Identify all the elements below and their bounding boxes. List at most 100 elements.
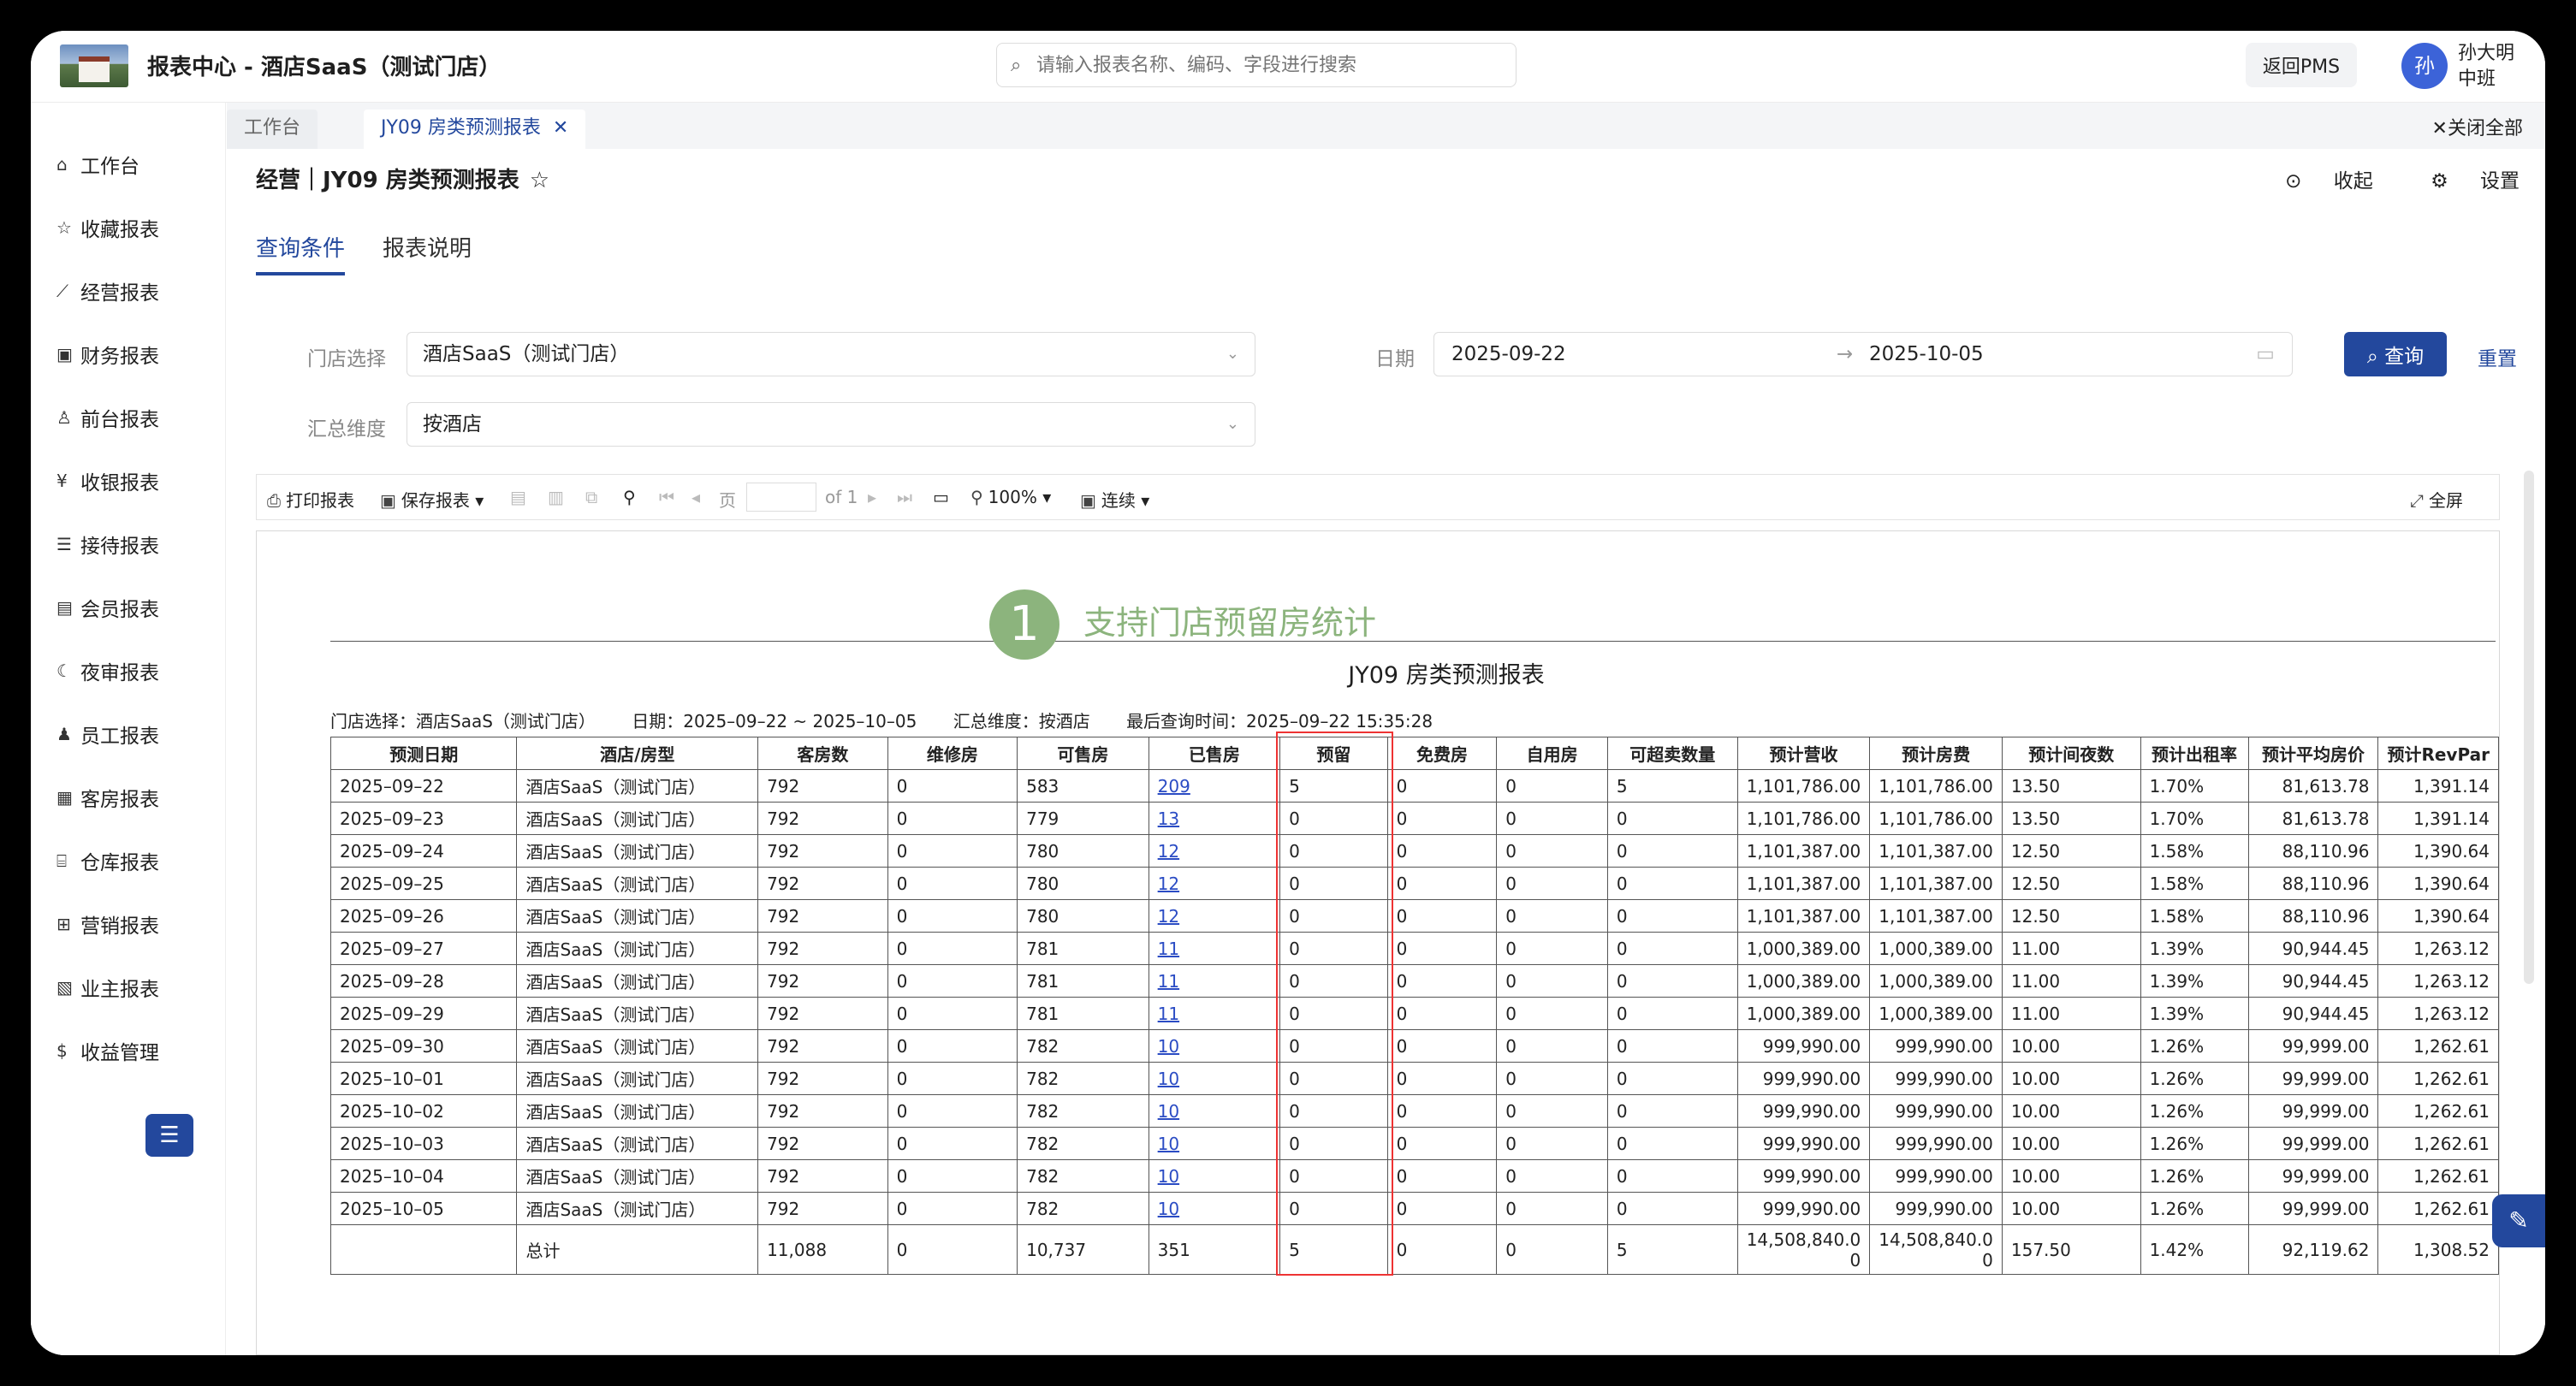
dimension-select[interactable]: 按酒店 ⌄ bbox=[407, 402, 1255, 447]
sold-rooms-link[interactable]: 11 bbox=[1158, 939, 1179, 959]
sold-rooms-link[interactable]: 12 bbox=[1158, 874, 1179, 894]
date-range-picker[interactable]: 2025-09-22 → 2025-10-05 ▭ bbox=[1433, 332, 2293, 376]
table-cell: 0 bbox=[1606, 834, 1738, 868]
table-cell: 1,101,387.00 bbox=[1736, 899, 1871, 933]
sold-rooms-link[interactable]: 12 bbox=[1158, 906, 1179, 927]
sold-rooms-link[interactable]: 10 bbox=[1158, 1036, 1179, 1057]
hotel-logo bbox=[60, 44, 128, 87]
vertical-scrollbar[interactable] bbox=[2524, 471, 2534, 984]
sold-rooms-link[interactable]: 10 bbox=[1158, 1199, 1179, 1219]
table-cell: 11 bbox=[1148, 932, 1281, 965]
feedback-button[interactable]: ✎ bbox=[2492, 1194, 2545, 1247]
annotation-text: 支持门店预留房统计 bbox=[1083, 604, 1377, 642]
user-info[interactable]: 孙大明 中班 bbox=[2458, 41, 2514, 92]
gear-icon: ⚙ bbox=[2431, 170, 2448, 192]
first-page-icon[interactable]: ⏮ bbox=[659, 487, 674, 507]
sidebar-item-favorites[interactable]: ☆ 收藏报表 bbox=[56, 210, 159, 245]
date-start[interactable]: 2025-09-22 bbox=[1451, 333, 1566, 376]
sidebar-item-frontdesk[interactable]: ♙ 前台报表 bbox=[56, 400, 159, 435]
sidebar-item-label: 仓库报表 bbox=[80, 852, 159, 874]
reset-button[interactable]: 重置 bbox=[2478, 342, 2517, 371]
sidebar-item-member[interactable]: ▤ 会员报表 bbox=[56, 590, 159, 625]
sidebar-collapse-button[interactable]: ☰ bbox=[145, 1114, 193, 1157]
table-cell: 10 bbox=[1148, 1094, 1281, 1128]
sold-rooms-link[interactable]: 10 bbox=[1158, 1134, 1179, 1154]
zoom-control[interactable]: ⚲ 100% ▾ bbox=[970, 487, 1051, 507]
date-end[interactable]: 2025-10-05 bbox=[1869, 333, 1984, 376]
dimension-label: 汇总维度 bbox=[307, 418, 386, 441]
table-cell: 0 bbox=[1279, 1192, 1388, 1225]
avatar[interactable]: 孙 bbox=[2401, 43, 2448, 89]
report-viewer[interactable]: 1 支持门店预留房统计 JY09 房类预测报表 门店选择：酒店SaaS（测试门店… bbox=[256, 530, 2500, 1355]
sidebar-item-staff[interactable]: ♟ 员工报表 bbox=[56, 717, 159, 751]
tab-query-conditions[interactable]: 查询条件 bbox=[256, 231, 346, 275]
table-cell: 999,990.00 bbox=[1869, 1192, 2003, 1225]
print-report-button[interactable]: ⎙ 打印报表 bbox=[267, 487, 354, 512]
sold-rooms-link[interactable]: 209 bbox=[1158, 776, 1190, 797]
back-to-pms-button[interactable]: 返回PMS bbox=[2246, 43, 2357, 87]
sold-rooms-link[interactable]: 11 bbox=[1158, 971, 1179, 992]
table-cell: 1,101,786.00 bbox=[1869, 802, 2003, 835]
collapse-button[interactable]: ⊙ 收起 bbox=[2259, 170, 2373, 192]
table-cell: 0 bbox=[1606, 997, 1738, 1030]
sidebar-item-warehouse[interactable]: ⌸ 仓库报表 bbox=[56, 844, 159, 878]
favorite-star-icon[interactable]: ☆ bbox=[530, 168, 549, 193]
sidebar-item-label: 工作台 bbox=[80, 156, 139, 178]
edit-icon: ✎ bbox=[2508, 1206, 2529, 1235]
page-number-input[interactable] bbox=[746, 483, 816, 512]
table-cell: 0 bbox=[1606, 802, 1738, 835]
close-tab-icon[interactable]: ✕ bbox=[553, 117, 568, 139]
sidebar-item-night-audit[interactable]: ☾ 夜审报表 bbox=[56, 654, 159, 688]
tab-workbench[interactable]: 工作台 bbox=[227, 110, 318, 149]
table-cell: 酒店SaaS（测试门店） bbox=[516, 997, 759, 1030]
sidebar-item-workbench[interactable]: ⌂ 工作台 bbox=[56, 147, 139, 181]
save-icon: ▣ bbox=[1080, 490, 1096, 511]
find-icon[interactable]: ⚲ bbox=[623, 487, 636, 507]
fullscreen-button[interactable]: ⤢ 全屏 bbox=[2410, 487, 2463, 512]
prev-page-icon[interactable]: ◂ bbox=[691, 487, 700, 507]
menu-collapse-icon: ☰ bbox=[159, 1122, 180, 1148]
table-cell: 2025–09–22 bbox=[329, 769, 518, 803]
store-select[interactable]: 酒店SaaS（测试门店） ⌄ bbox=[407, 332, 1255, 376]
last-page-icon[interactable]: ⏭ bbox=[897, 487, 912, 507]
close-all-tabs-button[interactable]: ✕关闭全部 bbox=[2432, 113, 2523, 140]
query-button[interactable]: ⌕ 查询 bbox=[2344, 332, 2447, 376]
sidebar-item-finance[interactable]: ▣ 财务报表 bbox=[56, 337, 159, 371]
sidebar-item-revenue[interactable]: $ 收益管理 bbox=[56, 1034, 159, 1068]
printer-icon: ⎙ bbox=[267, 490, 281, 511]
report-search[interactable]: ⌕ bbox=[996, 43, 1517, 87]
next-page-icon[interactable]: ▸ bbox=[868, 487, 876, 507]
view-mode-select[interactable]: ▣ 连续 ▾ bbox=[1080, 487, 1149, 512]
sold-rooms-link[interactable]: 10 bbox=[1158, 1069, 1179, 1089]
tab-report-description[interactable]: 报表说明 bbox=[383, 231, 472, 263]
warehouse-icon: ⌸ bbox=[56, 850, 67, 871]
table-row: 2025–10–02 酒店SaaS（测试门店） 792 0 782 10 0 0 0 0 999,9… bbox=[329, 1094, 2499, 1128]
sidebar-item-room[interactable]: ▦ 客房报表 bbox=[56, 780, 159, 814]
sold-rooms-link[interactable]: 10 bbox=[1158, 1101, 1179, 1122]
sidebar-item-cashier[interactable]: ¥ 收银报表 bbox=[56, 464, 159, 498]
table-cell: 0 bbox=[1606, 1159, 1738, 1193]
sold-rooms-link[interactable]: 13 bbox=[1158, 808, 1179, 829]
table-cell: 780 bbox=[1017, 899, 1149, 933]
paste-icon[interactable]: ▥ bbox=[548, 487, 564, 507]
search-input[interactable] bbox=[1036, 52, 1499, 78]
duplicate-icon[interactable]: ⧉ bbox=[585, 487, 597, 507]
table-cell: 1.26% bbox=[2140, 1159, 2249, 1193]
sold-rooms-link[interactable]: 10 bbox=[1158, 1166, 1179, 1187]
copy-icon[interactable]: ▤ bbox=[510, 487, 526, 507]
tab-jy09-report[interactable]: JY09 房类预测报表 ✕ bbox=[364, 110, 586, 149]
sidebar-item-operations[interactable]: ⟋ 经营报表 bbox=[56, 274, 159, 308]
table-cell: 0 bbox=[1496, 1029, 1608, 1063]
page-title-text: 经营｜JY09 房类预测报表 bbox=[256, 168, 519, 193]
sold-rooms-link[interactable]: 12 bbox=[1158, 841, 1179, 862]
sidebar-item-owner[interactable]: ▧ 业主报表 bbox=[56, 970, 159, 1004]
save-report-button[interactable]: ▣ 保存报表 ▾ bbox=[380, 487, 484, 512]
page-view-icon[interactable]: ▭ bbox=[933, 487, 949, 507]
table-cell: 999,990.00 bbox=[1869, 1029, 2003, 1063]
column-header: 客房数 bbox=[757, 737, 888, 770]
sold-rooms-link[interactable]: 11 bbox=[1158, 1004, 1179, 1024]
sidebar-item-reception[interactable]: ☰ 接待报表 bbox=[56, 527, 159, 561]
sidebar-item-marketing[interactable]: ⊞ 营销报表 bbox=[56, 907, 159, 941]
settings-button[interactable]: ⚙ 设置 bbox=[2405, 170, 2520, 192]
table-cell: 1,262.61 bbox=[2377, 1159, 2499, 1193]
